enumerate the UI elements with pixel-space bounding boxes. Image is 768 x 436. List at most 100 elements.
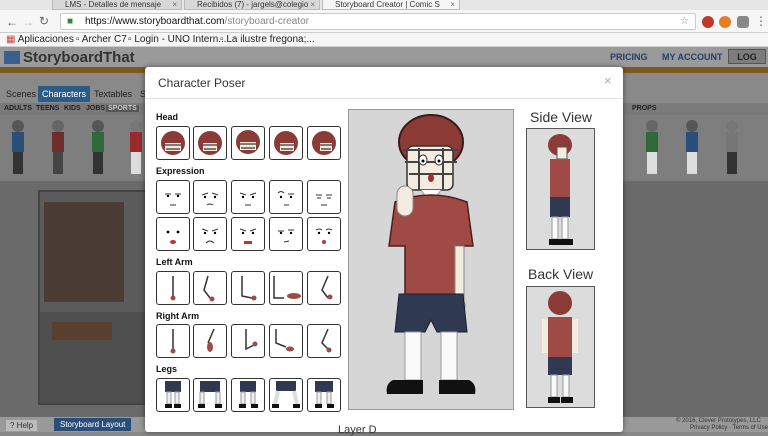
menu-icon[interactable]: ⋮: [755, 14, 767, 28]
lock-icon: ■: [67, 16, 74, 27]
library-character[interactable]: [130, 120, 142, 176]
tab-scenes[interactable]: Scenes: [2, 86, 40, 102]
bench: [52, 322, 112, 340]
expression-option[interactable]: [156, 217, 190, 251]
right-arm-option[interactable]: [307, 324, 341, 358]
dialog-title: Character Poser: [158, 76, 246, 90]
page-icon: ▫: [76, 34, 80, 45]
storyboard-cell[interactable]: [38, 190, 148, 405]
football-player-figure: [386, 114, 476, 394]
back-view-preview[interactable]: [526, 286, 595, 408]
tab-label: Recibidos (7) - jargels@colegio: [197, 0, 309, 9]
category-adults[interactable]: ADULTS: [4, 105, 32, 112]
bookmark-label: Login - UNO Intern...: [134, 34, 227, 45]
left-arm-option[interactable]: [193, 271, 227, 305]
tab-textables[interactable]: Textables: [90, 86, 136, 102]
category-kids[interactable]: KIDS: [64, 105, 81, 112]
url-path: /storyboard-creator: [224, 16, 309, 27]
side-view-preview[interactable]: [526, 128, 595, 250]
right-arm-option[interactable]: [269, 324, 303, 358]
right-arm-option[interactable]: [231, 324, 265, 358]
url-host: https://www.storyboardthat.com: [85, 16, 225, 27]
browser-tab-storyboard[interactable]: Storyboard Creator | Comic S ×: [322, 0, 460, 10]
right-arm-option[interactable]: [156, 324, 190, 358]
head-option[interactable]: [307, 126, 341, 160]
side-view-label: Side View: [530, 109, 593, 125]
extension-icon[interactable]: [719, 16, 731, 28]
left-arm-option[interactable]: [269, 271, 303, 305]
category-props[interactable]: PROPS: [632, 105, 657, 112]
bookmark-label: Aplicaciones: [17, 34, 74, 45]
library-character[interactable]: [726, 120, 738, 176]
expression-option[interactable]: [307, 217, 341, 251]
library-character[interactable]: [52, 120, 64, 176]
bookmark-archer[interactable]: ▫ Archer C7: [76, 34, 127, 45]
library-character[interactable]: [92, 120, 104, 176]
extension-abp-icon[interactable]: [702, 16, 714, 28]
section-right-arm: Right Arm: [156, 311, 200, 321]
close-icon[interactable]: ×: [310, 0, 315, 9]
library-character[interactable]: [686, 120, 698, 176]
browser-tab-lms[interactable]: LMS - Detalles de mensaje ×: [52, 0, 182, 10]
logo-text: StoryboardThat: [23, 49, 135, 66]
storyboard-layout-button[interactable]: Storyboard Layout: [54, 418, 132, 431]
nav-my-account[interactable]: MY ACCOUNT: [662, 52, 723, 62]
expression-option[interactable]: [193, 180, 227, 214]
head-option[interactable]: [193, 126, 227, 160]
expression-option[interactable]: [307, 180, 341, 214]
expression-option[interactable]: [193, 217, 227, 251]
legal-links[interactable]: Privacy Policy · Terms of Use: [690, 425, 768, 431]
legs-option[interactable]: [269, 378, 303, 412]
library-character[interactable]: [12, 120, 24, 176]
head-option[interactable]: [269, 126, 303, 160]
left-arm-option[interactable]: [156, 271, 190, 305]
layer-label: Layer D: [338, 424, 377, 436]
bookmark-apps[interactable]: ▦ Aplicaciones: [6, 34, 74, 45]
head-option[interactable]: [156, 126, 190, 160]
site-logo[interactable]: StoryboardThat: [4, 49, 135, 66]
reload-icon[interactable]: ↻: [39, 14, 49, 28]
close-icon[interactable]: ×: [172, 0, 177, 9]
legs-option[interactable]: [193, 378, 227, 412]
bookmark-label: Archer C7: [81, 34, 127, 45]
close-icon[interactable]: ×: [450, 0, 455, 9]
close-icon[interactable]: ×: [604, 73, 612, 88]
forward-icon[interactable]: →: [22, 15, 34, 29]
star-icon[interactable]: ☆: [680, 14, 689, 29]
logo-icon: [4, 51, 20, 64]
nav-pricing[interactable]: PRICING: [610, 52, 648, 62]
side-view-figure: [548, 134, 573, 245]
browser-tab-gmail[interactable]: Recibidos (7) - jargels@colegio ×: [184, 0, 320, 10]
legs-option[interactable]: [307, 378, 341, 412]
bookmark-login[interactable]: ▫ Login - UNO Intern...: [128, 34, 227, 45]
logoff-button[interactable]: LOG OFF: [728, 49, 766, 77]
back-view-figure: [542, 291, 578, 403]
expression-option[interactable]: [156, 180, 190, 214]
library-character[interactable]: [646, 120, 658, 176]
url-input[interactable]: ■ https://www.storyboardthat.com/storybo…: [60, 13, 696, 30]
help-button[interactable]: ? Help: [6, 420, 38, 431]
expression-option[interactable]: [231, 217, 265, 251]
bookmark-fregona[interactable]: ▫ La ilustre fregona;...: [220, 34, 315, 45]
back-view-label: Back View: [528, 266, 594, 282]
right-arm-option[interactable]: [193, 324, 227, 358]
category-sports[interactable]: SPORTS: [106, 105, 139, 112]
category-teens[interactable]: TEENS: [36, 105, 59, 112]
back-icon[interactable]: ←: [6, 15, 18, 29]
expression-option[interactable]: [231, 180, 265, 214]
extension-icon[interactable]: [737, 16, 749, 28]
section-legs: Legs: [156, 364, 178, 374]
pose-preview: [348, 109, 514, 410]
left-arm-option[interactable]: [231, 271, 265, 305]
tab-label: LMS - Detalles de mensaje: [65, 0, 162, 9]
head-option[interactable]: [231, 126, 265, 160]
building-scene: [44, 202, 124, 302]
category-jobs[interactable]: JOBS: [86, 105, 105, 112]
left-arm-option[interactable]: [307, 271, 341, 305]
dialog-divider: [145, 98, 623, 99]
legs-option[interactable]: [231, 378, 265, 412]
tab-characters[interactable]: Characters: [38, 86, 91, 102]
expression-option[interactable]: [269, 217, 303, 251]
expression-option[interactable]: [269, 180, 303, 214]
legs-option[interactable]: [156, 378, 190, 412]
